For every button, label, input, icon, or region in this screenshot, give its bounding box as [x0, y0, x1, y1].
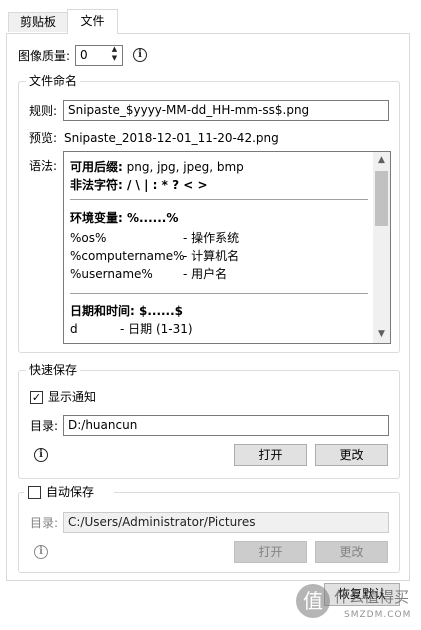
env-var-name: %os% [70, 231, 107, 245]
scroll-thumb[interactable] [375, 171, 388, 226]
watermark: 值 什么值得买 SMZDM.COM [296, 580, 421, 630]
quick-save-dir-input[interactable]: D:/huancun [63, 415, 389, 436]
change-label: 更改 [339, 448, 364, 462]
scroll-up-icon[interactable]: ▲ [373, 152, 390, 169]
rule-label: 规则: [29, 104, 58, 118]
info-icon[interactable]: i [133, 48, 147, 62]
tab-file[interactable]: 文件 [67, 9, 118, 34]
notify-label: 显示通知 [48, 390, 97, 404]
preview-value: Snipaste_2018-12-01_11-20-42.png [64, 131, 279, 145]
quick-save-title: 快速保存 [26, 363, 81, 377]
env-vars-title: 环境变量: %......% [70, 211, 179, 225]
date-token-desc: - 日期 (1-31) [120, 322, 193, 336]
auto-save-change-button[interactable]: 更改 [315, 541, 388, 563]
divider [70, 199, 368, 200]
tab-file-label: 文件 [80, 14, 105, 28]
open-label: 打开 [258, 545, 283, 559]
preview-label: 预览: [29, 131, 58, 145]
syntax-label: 语法: [29, 159, 58, 173]
quality-stepper[interactable]: ▲ ▼ [107, 45, 122, 65]
scroll-down-icon[interactable]: ▼ [373, 326, 390, 343]
checkmark-icon: ✓ [31, 391, 42, 404]
info-icon[interactable]: i [34, 545, 48, 559]
quality-label: 图像质量: [18, 49, 71, 63]
suffix-value: png, jpg, jpeg, bmp [122, 160, 244, 174]
suffix-label: 可用后缀: [70, 160, 123, 174]
auto-save-open-button[interactable]: 打开 [234, 541, 307, 563]
quick-save-open-button[interactable]: 打开 [234, 444, 307, 466]
auto-save-dir-input[interactable]: C:/Users/Administrator/Pictures [63, 512, 389, 533]
env-var-desc: - 操作系统 [183, 231, 240, 245]
illegal-chars-line: 非法字符: / \ | : * ? < > [70, 178, 208, 192]
syntax-scrollbar[interactable]: ▲ ▼ [373, 152, 390, 343]
info-icon[interactable]: i [34, 448, 48, 462]
tab-clipboard-label: 剪贴板 [19, 15, 56, 29]
tab-clipboard[interactable]: 剪贴板 [8, 12, 68, 32]
quality-value: 0 [80, 48, 88, 62]
change-label: 更改 [339, 545, 364, 559]
env-var-desc: - 计算机名 [183, 249, 240, 263]
rule-input[interactable]: Snipaste_$yyyy-MM-dd_HH-mm-ss$.png [63, 100, 389, 121]
notify-checkbox[interactable]: ✓ [30, 391, 43, 404]
date-time-title: 日期和时间: $......$ [70, 304, 184, 318]
auto-save-dir-label: 目录: [30, 516, 59, 530]
env-var-desc: - 用户名 [183, 267, 228, 281]
syntax-help-box[interactable]: 可用后缀: png, jpg, jpeg, bmp 非法字符: / \ | : … [63, 151, 391, 344]
env-var-name: %computername% [70, 249, 185, 263]
env-var-name: %username% [70, 267, 153, 281]
quick-save-change-button[interactable]: 更改 [315, 444, 388, 466]
spin-up-icon[interactable]: ▲ [107, 45, 122, 54]
file-naming-title: 文件命名 [26, 74, 81, 88]
rule-value: Snipaste_$yyyy-MM-dd_HH-mm-ss$.png [68, 103, 310, 117]
auto-save-checkbox[interactable] [28, 486, 41, 499]
date-token-name: d [70, 322, 78, 336]
divider [70, 293, 368, 294]
spin-down-icon[interactable]: ▼ [107, 54, 122, 63]
suffix-line: 可用后缀: png, jpg, jpeg, bmp [70, 160, 244, 174]
watermark-subtext: SMZDM.COM [344, 610, 412, 620]
open-label: 打开 [258, 448, 283, 462]
quick-save-dir-value: D:/huancun [68, 418, 138, 432]
watermark-text: 什么值得买 [334, 588, 410, 606]
auto-save-dir-value: C:/Users/Administrator/Pictures [68, 515, 256, 529]
auto-save-title: 自动保存 [46, 485, 95, 499]
quick-save-dir-label: 目录: [30, 419, 59, 433]
watermark-logo: 值 [296, 584, 330, 618]
